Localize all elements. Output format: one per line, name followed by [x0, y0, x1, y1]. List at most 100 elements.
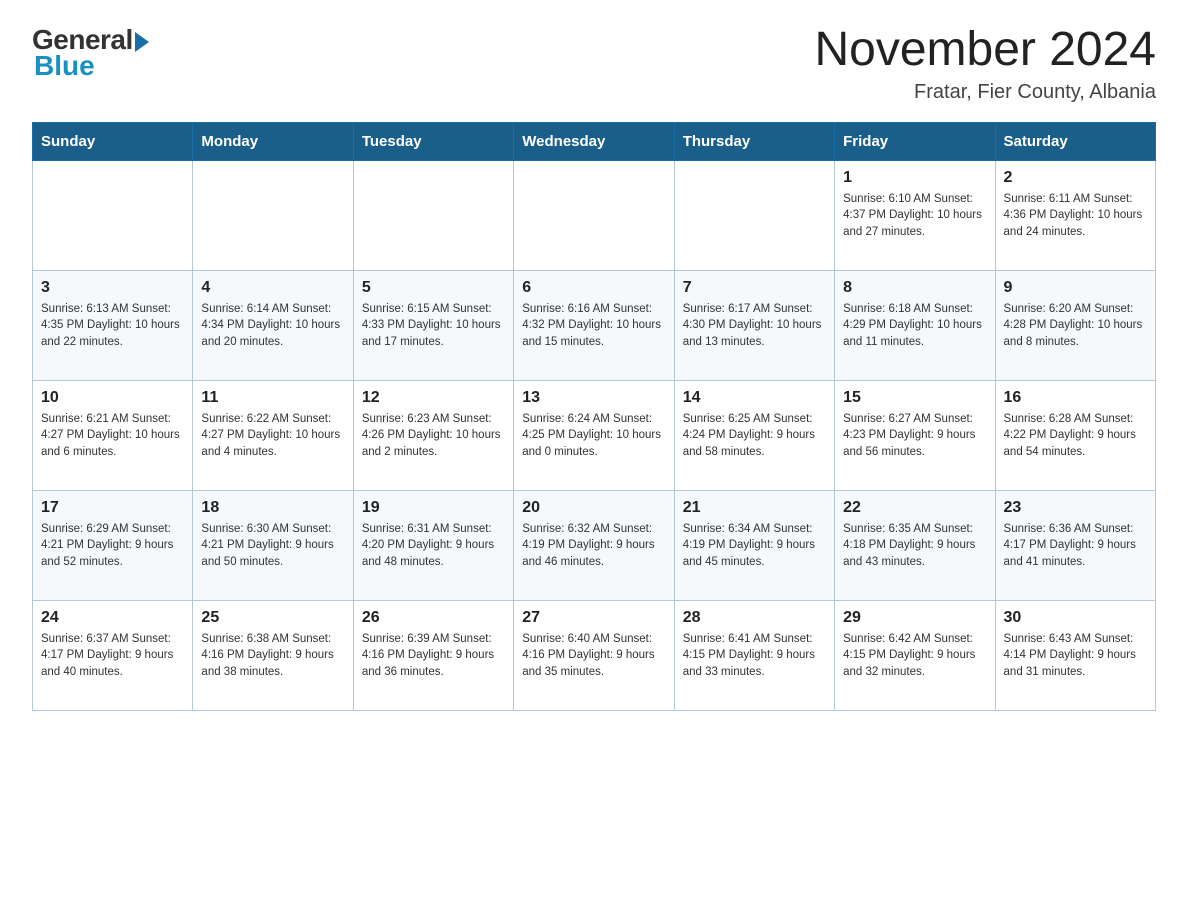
day-number: 28 — [683, 609, 826, 627]
day-info: Sunrise: 6:16 AM Sunset: 4:32 PM Dayligh… — [522, 301, 665, 351]
day-number: 23 — [1004, 499, 1147, 517]
day-info: Sunrise: 6:39 AM Sunset: 4:16 PM Dayligh… — [362, 631, 505, 681]
day-info: Sunrise: 6:10 AM Sunset: 4:37 PM Dayligh… — [843, 191, 986, 241]
day-number: 30 — [1004, 609, 1147, 627]
calendar-cell: 8Sunrise: 6:18 AM Sunset: 4:29 PM Daylig… — [835, 270, 995, 380]
week-row-3: 10 Sunrise: 6:21 AM Sunset: 4:27 PM Dayli… — [33, 380, 1156, 490]
day-number: 12 — [362, 389, 505, 407]
calendar-cell — [353, 160, 513, 270]
day-number: 5 — [362, 279, 505, 297]
weekday-header-wednesday: Wednesday — [514, 122, 674, 160]
calendar-cell: 23 Sunrise: 6:36 AM Sunset: 4:17 PM Dayli… — [995, 490, 1155, 600]
day-number: 18 — [201, 499, 344, 517]
calendar-cell: 24Sunrise: 6:37 AM Sunset: 4:17 PM Dayli… — [33, 600, 193, 710]
calendar-cell: 5 Sunrise: 6:15 AM Sunset: 4:33 PM Daylig… — [353, 270, 513, 380]
calendar-cell: 17 Sunrise: 6:29 AM Sunset: 4:21 PM Dayli… — [33, 490, 193, 600]
logo: General Blue — [32, 24, 149, 82]
day-number: 27 — [522, 609, 665, 627]
day-info: Sunrise: 6:27 AM Sunset: 4:23 PM Dayligh… — [843, 411, 986, 461]
calendar-cell: 15 Sunrise: 6:27 AM Sunset: 4:23 PM Dayli… — [835, 380, 995, 490]
calendar-cell: 25Sunrise: 6:38 AM Sunset: 4:16 PM Dayli… — [193, 600, 353, 710]
calendar-cell: 16 Sunrise: 6:28 AM Sunset: 4:22 PM Dayli… — [995, 380, 1155, 490]
day-number: 17 — [41, 499, 184, 517]
calendar-cell: 19Sunrise: 6:31 AM Sunset: 4:20 PM Dayli… — [353, 490, 513, 600]
day-info: Sunrise: 6:22 AM Sunset: 4:27 PM Dayligh… — [201, 411, 344, 461]
day-info: Sunrise: 6:15 AM Sunset: 4:33 PM Dayligh… — [362, 301, 505, 351]
calendar-cell: 18 Sunrise: 6:30 AM Sunset: 4:21 PM Dayli… — [193, 490, 353, 600]
day-number: 10 — [41, 389, 184, 407]
weekday-header-monday: Monday — [193, 122, 353, 160]
weekday-header-friday: Friday — [835, 122, 995, 160]
day-number: 7 — [683, 279, 826, 297]
day-number: 24 — [41, 609, 184, 627]
day-info: Sunrise: 6:11 AM Sunset: 4:36 PM Dayligh… — [1004, 191, 1147, 241]
day-info: Sunrise: 6:40 AM Sunset: 4:16 PM Dayligh… — [522, 631, 665, 681]
calendar-cell: 21Sunrise: 6:34 AM Sunset: 4:19 PM Dayli… — [674, 490, 834, 600]
calendar-cell: 26 Sunrise: 6:39 AM Sunset: 4:16 PM Dayli… — [353, 600, 513, 710]
day-number: 20 — [522, 499, 665, 517]
day-info: Sunrise: 6:23 AM Sunset: 4:26 PM Dayligh… — [362, 411, 505, 461]
calendar-cell: 4 Sunrise: 6:14 AM Sunset: 4:34 PM Daylig… — [193, 270, 353, 380]
calendar-cell: 11 Sunrise: 6:22 AM Sunset: 4:27 PM Dayli… — [193, 380, 353, 490]
calendar-cell: 9Sunrise: 6:20 AM Sunset: 4:28 PM Daylig… — [995, 270, 1155, 380]
calendar-cell: 2 Sunrise: 6:11 AM Sunset: 4:36 PM Daylig… — [995, 160, 1155, 270]
calendar-cell: 30 Sunrise: 6:43 AM Sunset: 4:14 PM Dayli… — [995, 600, 1155, 710]
calendar-cell: 22Sunrise: 6:35 AM Sunset: 4:18 PM Dayli… — [835, 490, 995, 600]
calendar-cell: 6 Sunrise: 6:16 AM Sunset: 4:32 PM Daylig… — [514, 270, 674, 380]
day-number: 11 — [201, 389, 344, 407]
calendar-cell: 28 Sunrise: 6:41 AM Sunset: 4:15 PM Dayli… — [674, 600, 834, 710]
page-header: General Blue November 2024 Fratar, Fier … — [32, 24, 1156, 104]
day-info: Sunrise: 6:24 AM Sunset: 4:25 PM Dayligh… — [522, 411, 665, 461]
day-number: 14 — [683, 389, 826, 407]
day-info: Sunrise: 6:21 AM Sunset: 4:27 PM Dayligh… — [41, 411, 184, 461]
calendar-cell: 14 Sunrise: 6:25 AM Sunset: 4:24 PM Dayli… — [674, 380, 834, 490]
calendar-table: SundayMondayTuesdayWednesdayThursdayFrid… — [32, 122, 1156, 711]
calendar-cell: 1 Sunrise: 6:10 AM Sunset: 4:37 PM Daylig… — [835, 160, 995, 270]
calendar-cell — [514, 160, 674, 270]
calendar-cell: 7Sunrise: 6:17 AM Sunset: 4:30 PM Daylig… — [674, 270, 834, 380]
week-row-4: 17 Sunrise: 6:29 AM Sunset: 4:21 PM Dayli… — [33, 490, 1156, 600]
day-number: 1 — [843, 169, 986, 187]
day-info: Sunrise: 6:41 AM Sunset: 4:15 PM Dayligh… — [683, 631, 826, 681]
month-year-title: November 2024 — [814, 24, 1156, 77]
day-number: 6 — [522, 279, 665, 297]
calendar-cell — [193, 160, 353, 270]
calendar-cell: 29 Sunrise: 6:42 AM Sunset: 4:15 PM Dayli… — [835, 600, 995, 710]
week-row-2: 3 Sunrise: 6:13 AM Sunset: 4:35 PM Daylig… — [33, 270, 1156, 380]
day-info: Sunrise: 6:42 AM Sunset: 4:15 PM Dayligh… — [843, 631, 986, 681]
logo-blue-text: Blue — [34, 50, 95, 82]
day-info: Sunrise: 6:30 AM Sunset: 4:21 PM Dayligh… — [201, 521, 344, 571]
week-row-5: 24Sunrise: 6:37 AM Sunset: 4:17 PM Dayli… — [33, 600, 1156, 710]
weekday-header-sunday: Sunday — [33, 122, 193, 160]
day-info: Sunrise: 6:36 AM Sunset: 4:17 PM Dayligh… — [1004, 521, 1147, 571]
day-number: 21 — [683, 499, 826, 517]
day-number: 19 — [362, 499, 505, 517]
day-number: 25 — [201, 609, 344, 627]
weekday-header-thursday: Thursday — [674, 122, 834, 160]
calendar-cell: 3 Sunrise: 6:13 AM Sunset: 4:35 PM Daylig… — [33, 270, 193, 380]
calendar-cell: 27 Sunrise: 6:40 AM Sunset: 4:16 PM Dayli… — [514, 600, 674, 710]
day-info: Sunrise: 6:35 AM Sunset: 4:18 PM Dayligh… — [843, 521, 986, 571]
day-number: 9 — [1004, 279, 1147, 297]
day-number: 8 — [843, 279, 986, 297]
location-subtitle: Fratar, Fier County, Albania — [814, 81, 1156, 104]
calendar-cell: 10 Sunrise: 6:21 AM Sunset: 4:27 PM Dayli… — [33, 380, 193, 490]
title-block: November 2024 Fratar, Fier County, Alban… — [814, 24, 1156, 104]
day-info: Sunrise: 6:14 AM Sunset: 4:34 PM Dayligh… — [201, 301, 344, 351]
week-row-1: 1 Sunrise: 6:10 AM Sunset: 4:37 PM Daylig… — [33, 160, 1156, 270]
day-number: 13 — [522, 389, 665, 407]
day-info: Sunrise: 6:43 AM Sunset: 4:14 PM Dayligh… — [1004, 631, 1147, 681]
day-number: 15 — [843, 389, 986, 407]
day-number: 4 — [201, 279, 344, 297]
calendar-cell: 20Sunrise: 6:32 AM Sunset: 4:19 PM Dayli… — [514, 490, 674, 600]
day-number: 2 — [1004, 169, 1147, 187]
day-info: Sunrise: 6:28 AM Sunset: 4:22 PM Dayligh… — [1004, 411, 1147, 461]
day-number: 29 — [843, 609, 986, 627]
day-info: Sunrise: 6:29 AM Sunset: 4:21 PM Dayligh… — [41, 521, 184, 571]
day-number: 16 — [1004, 389, 1147, 407]
calendar-cell — [674, 160, 834, 270]
day-number: 26 — [362, 609, 505, 627]
day-info: Sunrise: 6:25 AM Sunset: 4:24 PM Dayligh… — [683, 411, 826, 461]
day-number: 3 — [41, 279, 184, 297]
day-info: Sunrise: 6:13 AM Sunset: 4:35 PM Dayligh… — [41, 301, 184, 351]
